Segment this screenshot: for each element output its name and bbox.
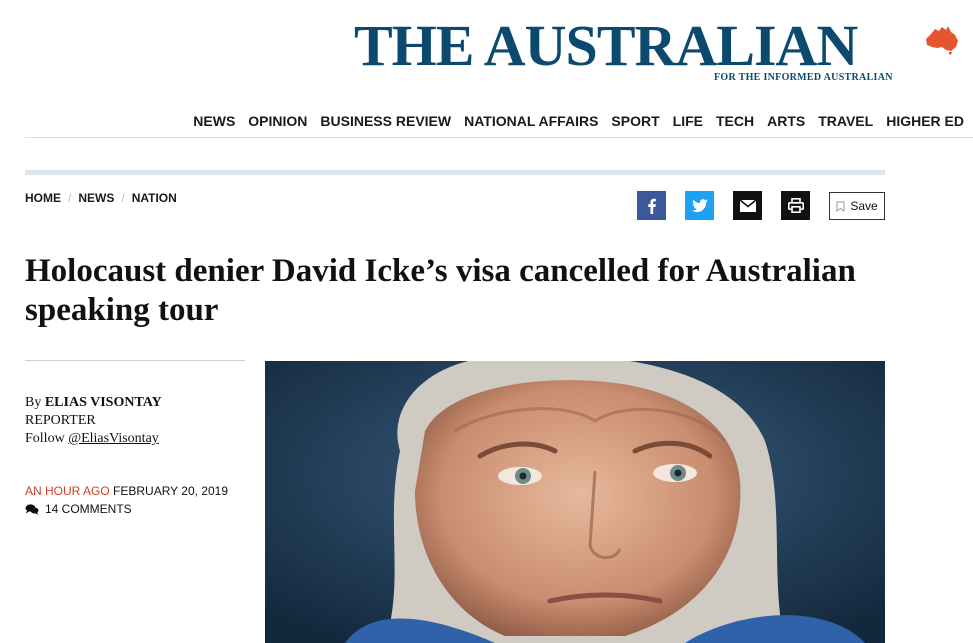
byline-prefix: By	[25, 395, 42, 410]
author-line: By ELIAS VISONTAY	[25, 394, 162, 412]
nav-item-life[interactable]: LIFE	[673, 112, 703, 130]
portrait-photo	[265, 361, 885, 643]
comments-icon	[25, 503, 39, 515]
breadcrumb-home[interactable]: HOME	[25, 191, 61, 205]
breadcrumb: HOME / NEWS / NATION	[25, 191, 177, 205]
masthead[interactable]: THE AUSTRALIAN FOR THE INFORMED AUSTRALI…	[354, 14, 964, 90]
article-headline: Holocaust denier David Icke’s visa cance…	[25, 253, 856, 328]
email-icon	[739, 199, 756, 212]
follow-line: Follow @EliasVisontay	[25, 430, 162, 448]
facebook-share-button[interactable]	[637, 191, 666, 220]
australia-map-icon	[926, 26, 958, 55]
byline-divider	[25, 360, 245, 361]
article-timestamp: AN HOUR AGO FEBRUARY 20, 2019	[25, 482, 228, 500]
publish-date: FEBRUARY 20, 2019	[113, 484, 228, 498]
print-icon	[787, 198, 804, 213]
twitter-share-button[interactable]	[685, 191, 714, 220]
nav-item-higher-ed[interactable]: HIGHER ED	[886, 112, 964, 130]
facebook-icon	[647, 198, 656, 214]
main-nav: NEWS OPINION BUSINESS REVIEW NATIONAL AF…	[0, 112, 973, 132]
nav-item-national-affairs[interactable]: NATIONAL AFFAIRS	[464, 112, 598, 130]
section-bar	[25, 170, 885, 175]
nav-divider	[25, 137, 973, 138]
site-tagline: FOR THE INFORMED AUSTRALIAN	[714, 72, 893, 83]
byline: By ELIAS VISONTAY REPORTER Follow @Elias…	[25, 394, 162, 448]
print-button[interactable]	[781, 191, 810, 220]
bookmark-icon	[836, 201, 845, 212]
save-button-label: Save	[850, 199, 878, 213]
author-twitter-link[interactable]: @EliasVisontay	[68, 431, 159, 446]
breadcrumb-separator: /	[68, 191, 72, 205]
nav-item-sport[interactable]: SPORT	[611, 112, 659, 130]
save-button[interactable]: Save	[829, 192, 885, 220]
nav-item-travel[interactable]: TRAVEL	[818, 112, 873, 130]
comments-count: 14 COMMENTS	[45, 502, 132, 516]
nav-item-tech[interactable]: TECH	[716, 112, 754, 130]
twitter-icon	[691, 198, 708, 212]
follow-label: Follow	[25, 431, 65, 446]
email-share-button[interactable]	[733, 191, 762, 220]
site-logo-title[interactable]: THE AUSTRALIAN	[354, 14, 858, 78]
article-hero-image[interactable]	[265, 361, 885, 643]
nav-item-arts[interactable]: ARTS	[767, 112, 805, 130]
comments-link[interactable]: 14 COMMENTS	[25, 500, 132, 518]
nav-item-business-review[interactable]: BUSINESS REVIEW	[320, 112, 451, 130]
breadcrumb-nation[interactable]: NATION	[132, 191, 177, 205]
nav-item-news[interactable]: NEWS	[193, 112, 235, 130]
breadcrumb-news[interactable]: NEWS	[78, 191, 114, 205]
author-name[interactable]: ELIAS VISONTAY	[45, 395, 162, 410]
author-role: REPORTER	[25, 413, 96, 428]
relative-time: AN HOUR AGO	[25, 484, 110, 498]
nav-item-opinion[interactable]: OPINION	[248, 112, 307, 130]
breadcrumb-separator: /	[121, 191, 125, 205]
